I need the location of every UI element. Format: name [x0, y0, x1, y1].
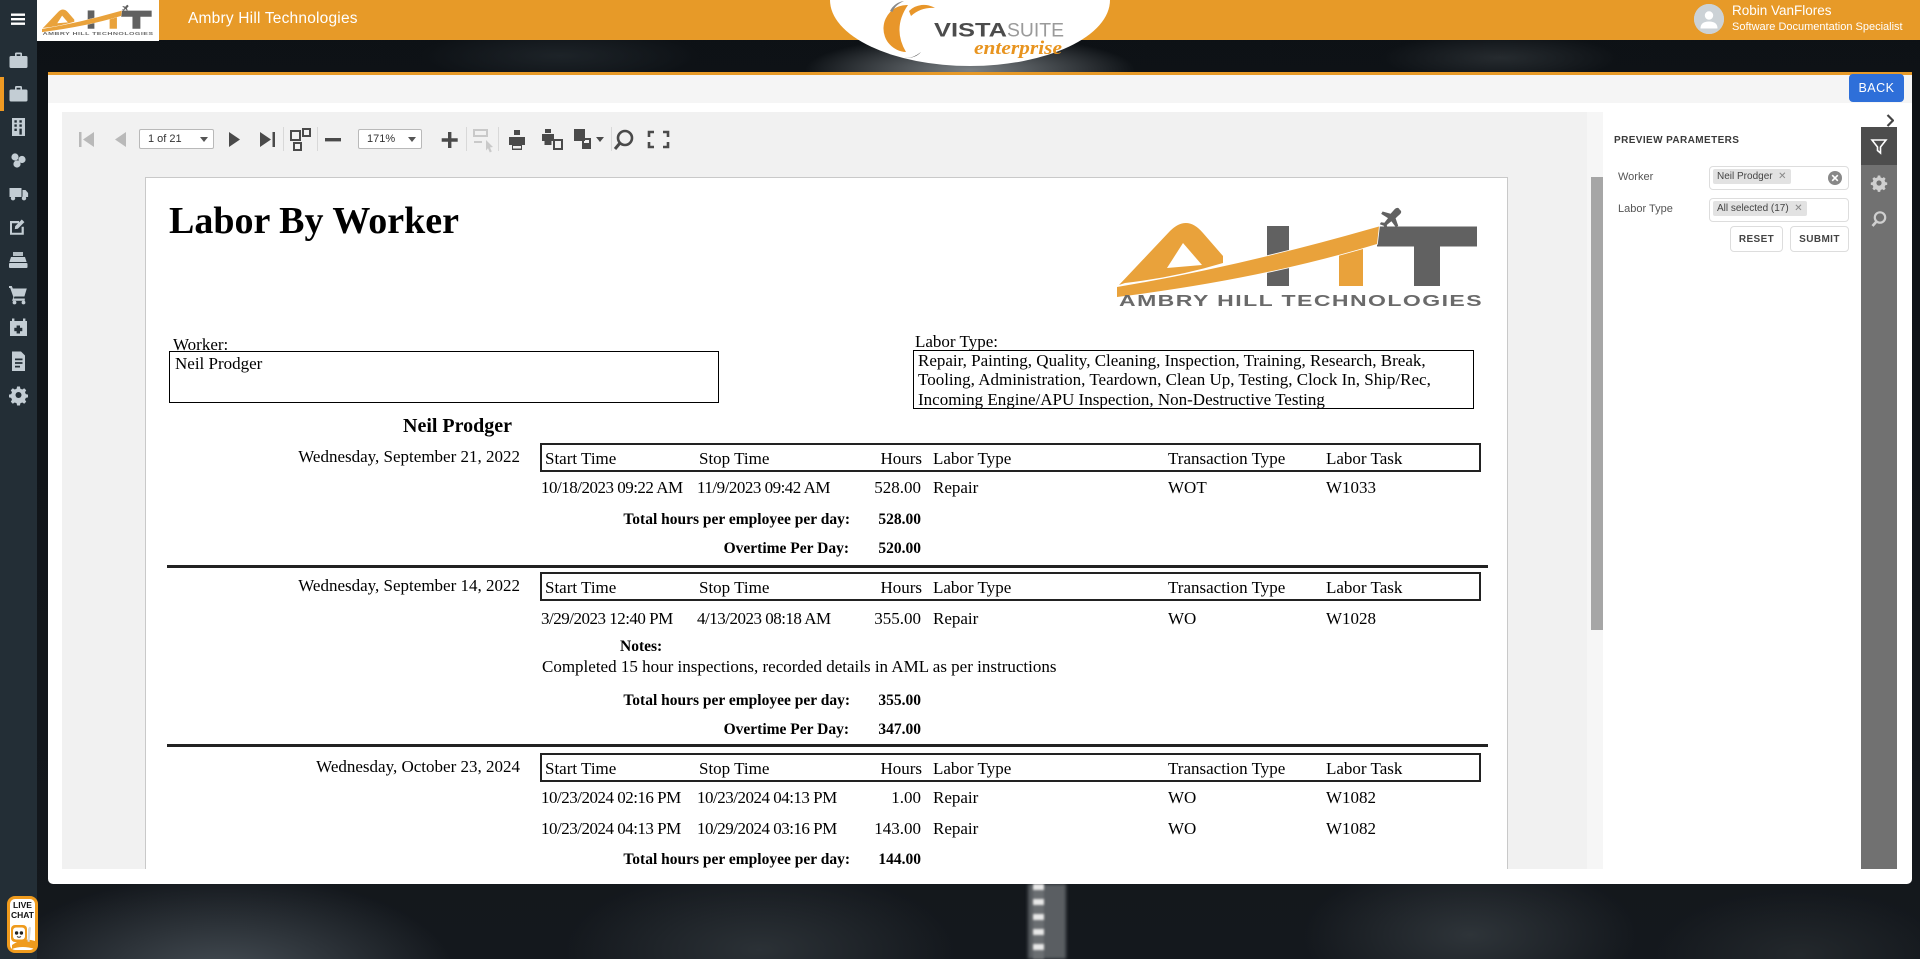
svg-text:enterprise: enterprise — [974, 38, 1063, 59]
